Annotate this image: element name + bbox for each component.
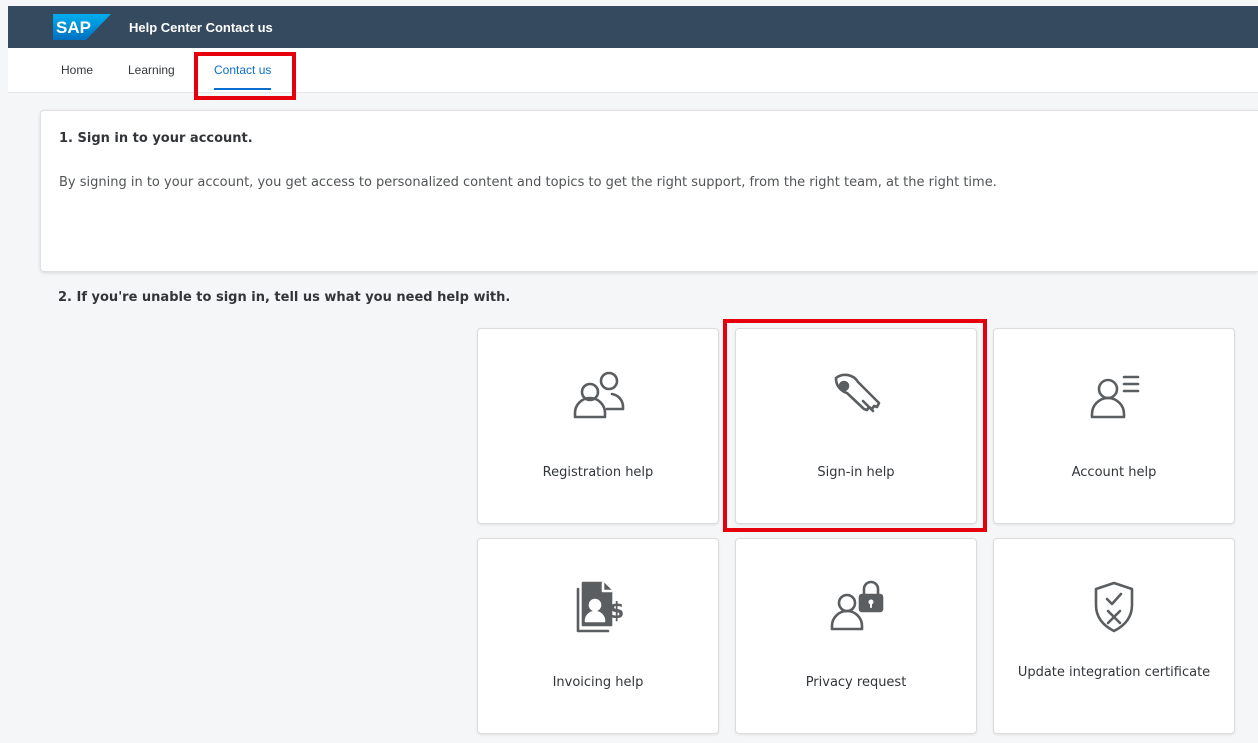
navigation-bar: Home Learning Contact us	[8, 48, 1258, 93]
update-integration-certificate-label: Update integration certificate	[1017, 665, 1211, 680]
shell-bar: SAP Help Center Contact us	[8, 6, 1258, 48]
update-integration-certificate-tile[interactable]: Update integration certificate	[993, 538, 1235, 734]
tab-learning[interactable]: Learning	[128, 48, 175, 92]
sap-logo-icon: SAP	[53, 14, 111, 40]
sign-in-help-tile[interactable]: Sign-in help	[735, 328, 977, 524]
shield-check-x-icon	[1082, 575, 1146, 639]
registration-people-icon	[566, 365, 630, 429]
signin-description: By signing in to your account, you get a…	[59, 175, 997, 190]
invoicing-help-tile[interactable]: $ Invoicing help	[477, 538, 719, 734]
tab-home[interactable]: Home	[61, 48, 93, 92]
svg-text:$: $	[609, 599, 624, 624]
privacy-request-label: Privacy request	[805, 675, 907, 690]
tab-contact-us[interactable]: Contact us	[214, 48, 272, 92]
invoicing-help-label: Invoicing help	[552, 675, 644, 690]
registration-help-label: Registration help	[542, 465, 654, 480]
help-section-heading: 2. If you're unable to sign in, tell us …	[58, 290, 511, 305]
sign-in-help-label: Sign-in help	[817, 465, 895, 480]
account-help-tile[interactable]: Account help	[993, 328, 1235, 524]
user-lock-icon	[824, 575, 888, 639]
registration-help-tile[interactable]: Registration help	[477, 328, 719, 524]
account-help-label: Account help	[1071, 465, 1157, 480]
signin-panel: 1. Sign in to your account. By signing i…	[40, 110, 1258, 272]
sap-logo[interactable]: SAP	[53, 14, 111, 40]
invoice-dollar-icon: $	[566, 575, 630, 639]
app-title: Help Center Contact us	[129, 19, 273, 35]
privacy-request-tile[interactable]: Privacy request	[735, 538, 977, 734]
svg-text:SAP: SAP	[56, 18, 91, 37]
signin-heading: 1. Sign in to your account.	[59, 131, 253, 146]
user-list-icon	[1082, 365, 1146, 429]
key-icon	[824, 365, 888, 429]
